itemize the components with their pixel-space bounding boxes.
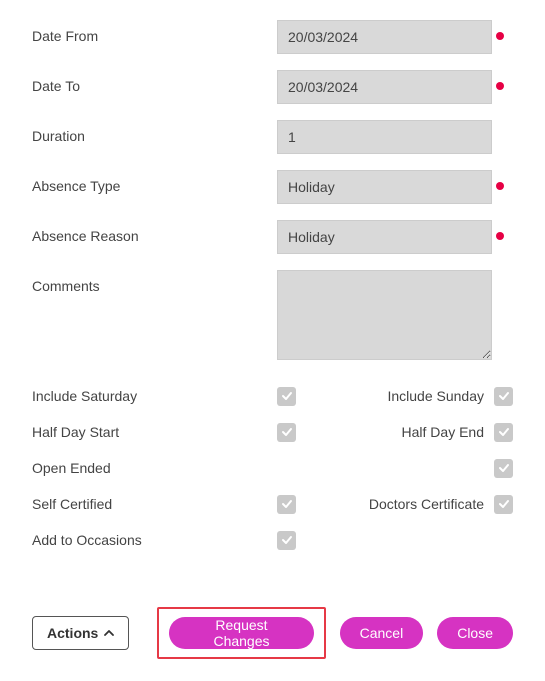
label-add-to-occasions: Add to Occasions — [32, 532, 277, 548]
close-button[interactable]: Close — [437, 617, 513, 649]
row-absence-reason: Absence Reason — [32, 220, 513, 254]
label-duration: Duration — [32, 120, 277, 144]
date-to-input[interactable] — [277, 70, 492, 104]
label-comments: Comments — [32, 270, 277, 294]
request-changes-button[interactable]: Request Changes — [169, 617, 313, 649]
field-wrap-absence-reason — [277, 220, 492, 254]
row-absence-type: Absence Type — [32, 170, 513, 204]
label-open-ended: Open Ended — [32, 460, 277, 476]
include-sunday-checkbox[interactable] — [494, 387, 513, 406]
row-date-to: Date To — [32, 70, 513, 104]
label-absence-reason: Absence Reason — [32, 220, 277, 244]
row-add-to-occasions: Add to Occasions — [32, 529, 513, 551]
add-to-occasions-checkbox[interactable] — [277, 531, 296, 550]
label-half-day-end: Half Day End — [296, 424, 494, 440]
half-day-start-checkbox[interactable] — [277, 423, 296, 442]
footer-actions: Actions Request Changes Cancel Close — [0, 607, 545, 681]
label-doctors-certificate: Doctors Certificate — [296, 496, 494, 512]
row-duration: Duration — [32, 120, 513, 154]
absence-reason-input[interactable] — [277, 220, 492, 254]
field-wrap-date-to — [277, 70, 492, 104]
label-half-day-start: Half Day Start — [32, 424, 277, 440]
open-ended-checkbox[interactable] — [494, 459, 513, 478]
row-date-from: Date From — [32, 20, 513, 54]
row-open-ended: Open Ended — [32, 457, 513, 479]
label-include-sunday: Include Sunday — [296, 388, 494, 404]
row-half-day-start: Half Day Start Half Day End — [32, 421, 513, 443]
row-self-certified: Self Certified Doctors Certificate — [32, 493, 513, 515]
half-day-end-checkbox[interactable] — [494, 423, 513, 442]
comments-textarea[interactable] — [277, 270, 492, 360]
label-self-certified: Self Certified — [32, 496, 277, 512]
row-include-saturday: Include Saturday Include Sunday — [32, 385, 513, 407]
duration-input[interactable] — [277, 120, 492, 154]
doctors-certificate-checkbox[interactable] — [494, 495, 513, 514]
absence-type-input[interactable] — [277, 170, 492, 204]
label-absence-type: Absence Type — [32, 170, 277, 194]
include-saturday-checkbox[interactable] — [277, 387, 296, 406]
self-certified-checkbox[interactable] — [277, 495, 296, 514]
required-indicator — [496, 82, 504, 90]
label-date-from: Date From — [32, 20, 277, 44]
chevron-up-icon — [104, 629, 114, 637]
field-wrap-comments — [277, 270, 492, 363]
row-comments: Comments — [32, 270, 513, 363]
actions-button[interactable]: Actions — [32, 616, 129, 650]
date-from-input[interactable] — [277, 20, 492, 54]
field-wrap-absence-type — [277, 170, 492, 204]
request-changes-highlight: Request Changes — [157, 607, 325, 659]
actions-button-label: Actions — [47, 625, 98, 641]
required-indicator — [496, 32, 504, 40]
required-indicator — [496, 232, 504, 240]
label-include-saturday: Include Saturday — [32, 388, 277, 404]
absence-form: Date From Date To Duration Absence Type … — [0, 0, 545, 585]
cancel-button[interactable]: Cancel — [340, 617, 424, 649]
field-wrap-date-from — [277, 20, 492, 54]
required-indicator — [496, 182, 504, 190]
label-date-to: Date To — [32, 70, 277, 94]
field-wrap-duration — [277, 120, 492, 154]
